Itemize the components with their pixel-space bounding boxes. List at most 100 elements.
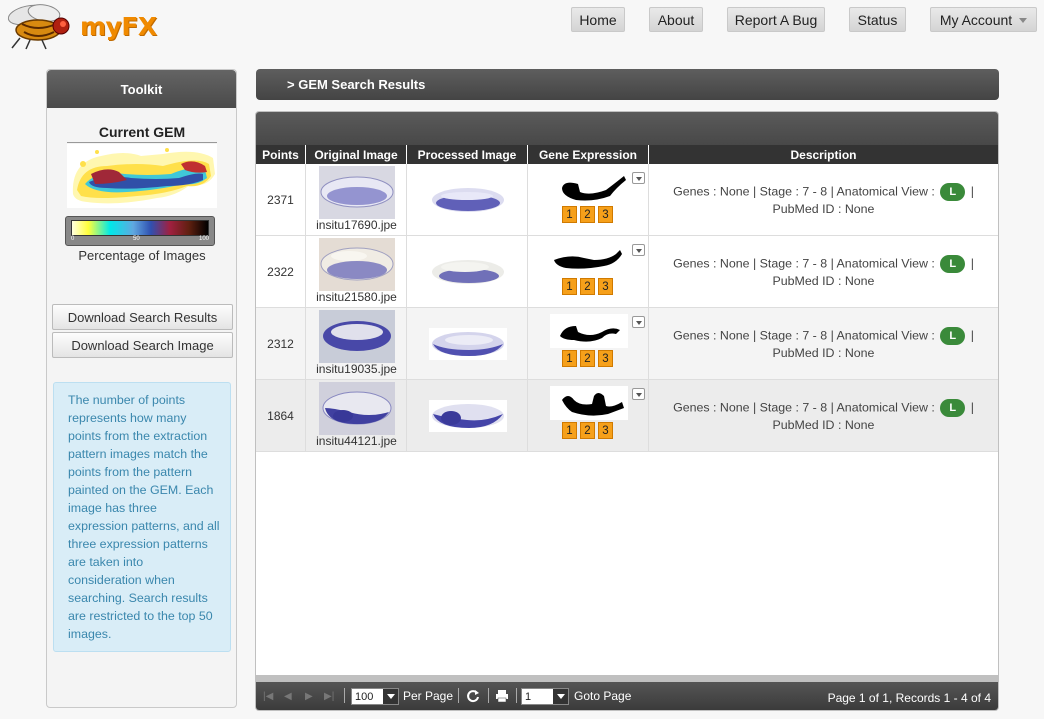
processed-image-cell <box>407 236 528 307</box>
last-page-icon[interactable]: ▶| <box>324 691 334 702</box>
my-account-label: My Account <box>939 11 1013 28</box>
pager-separator <box>488 688 489 703</box>
table-row[interactable]: 2312 insitu19035.jpe 1 2 3 Genes : None … <box>256 308 998 380</box>
horizontal-scrollbar[interactable] <box>256 675 998 682</box>
pattern-1-button[interactable]: 1 <box>562 206 577 223</box>
download-search-image-button[interactable]: Download Search Image <box>52 332 233 358</box>
original-image-filename: insitu19035.jpe <box>316 362 397 376</box>
table-row[interactable]: 1864 insitu44121.jpe 1 2 3 Genes : None … <box>256 380 998 452</box>
anatomical-view-badge[interactable]: L <box>940 398 966 417</box>
current-gem-image <box>67 144 217 208</box>
original-image-thumbnail[interactable] <box>319 382 395 435</box>
pattern-3-button[interactable]: 3 <box>598 206 613 223</box>
app-logo[interactable]: myFX <box>6 2 157 50</box>
gene-expression-dropdown[interactable] <box>632 172 645 184</box>
pattern-2-button[interactable]: 2 <box>580 350 595 367</box>
gene-expression-thumbnail[interactable] <box>550 386 628 420</box>
description-separator: | <box>970 183 974 198</box>
goto-page-select[interactable]: 1 <box>521 688 569 705</box>
nav-report-bug-button[interactable]: Report A Bug <box>727 7 825 32</box>
gene-expression-dropdown[interactable] <box>632 316 645 328</box>
download-search-results-button[interactable]: Download Search Results <box>52 304 233 330</box>
col-description[interactable]: Description <box>649 145 998 164</box>
gene-expression-dropdown[interactable] <box>632 388 645 400</box>
scale-mid-label: 50 <box>133 236 140 242</box>
description-separator: | <box>970 399 974 414</box>
grid-header: Points Original Image Processed Image Ge… <box>256 145 998 164</box>
description-cell: Genes : None | Stage : 7 - 8 | Anatomica… <box>649 308 998 379</box>
gene-expression-dropdown[interactable] <box>632 244 645 256</box>
toolkit-panel: Toolkit Current GEM 0 50 100 Percentage … <box>46 69 237 708</box>
chevron-down-icon <box>553 689 568 704</box>
nav-my-account-button[interactable]: My Account <box>930 7 1037 32</box>
scale-max-label: 100 <box>198 236 209 242</box>
color-scale-bar <box>71 220 209 236</box>
points-cell: 2371 <box>256 164 306 235</box>
pattern-1-button[interactable]: 1 <box>562 422 577 439</box>
print-icon[interactable] <box>495 689 509 703</box>
refresh-icon[interactable] <box>466 689 480 703</box>
results-title-bar: > GEM Search Results <box>256 69 999 100</box>
nav-about-button[interactable]: About <box>649 7 703 32</box>
pubmed-id: PubMed ID : None <box>772 201 875 216</box>
processed-image-thumbnail[interactable] <box>429 256 507 288</box>
nav-home-button[interactable]: Home <box>571 7 625 32</box>
pattern-2-button[interactable]: 2 <box>580 206 595 223</box>
nav-status-button[interactable]: Status <box>849 7 906 32</box>
pager-bar: |◀ ◀ ▶ ▶| 100 Per Page 1 Goto Page Page … <box>256 682 998 710</box>
col-original-image[interactable]: Original Image <box>306 145 407 164</box>
original-image-thumbnail[interactable] <box>319 238 395 291</box>
current-gem-title: Current GEM <box>67 124 217 143</box>
pattern-2-button[interactable]: 2 <box>580 422 595 439</box>
col-processed-image[interactable]: Processed Image <box>407 145 528 164</box>
pattern-1-button[interactable]: 1 <box>562 278 577 295</box>
pubmed-id: PubMed ID : None <box>772 345 875 360</box>
original-image-cell: insitu44121.jpe <box>306 380 407 451</box>
next-page-icon[interactable]: ▶ <box>305 691 313 702</box>
pager-summary: Page 1 of 1, Records 1 - 4 of 4 <box>827 691 991 705</box>
original-image-filename: insitu21580.jpe <box>316 290 397 304</box>
col-gene-expression[interactable]: Gene Expression <box>528 145 649 164</box>
original-image-filename: insitu44121.jpe <box>316 434 397 448</box>
processed-image-cell <box>407 380 528 451</box>
pubmed-id: PubMed ID : None <box>772 417 875 432</box>
original-image-thumbnail[interactable] <box>319 310 395 363</box>
processed-image-thumbnail[interactable] <box>429 328 507 360</box>
pager-separator <box>516 688 517 703</box>
chevron-down-icon <box>383 689 398 704</box>
pattern-3-button[interactable]: 3 <box>598 278 613 295</box>
anatomical-view-badge[interactable]: L <box>940 326 966 345</box>
prev-page-icon[interactable]: ◀ <box>284 691 292 702</box>
scale-caption: Percentage of Images <box>78 248 206 263</box>
processed-image-thumbnail[interactable] <box>429 184 507 216</box>
pattern-2-button[interactable]: 2 <box>580 278 595 295</box>
anatomical-view-badge[interactable]: L <box>940 182 966 201</box>
per-page-select[interactable]: 100 <box>351 688 399 705</box>
pattern-3-button[interactable]: 3 <box>598 350 613 367</box>
table-row[interactable]: 2322 insitu21580.jpe 1 2 3 Genes : None … <box>256 236 998 308</box>
per-page-label: Per Page <box>403 689 454 703</box>
pattern-3-button[interactable]: 3 <box>598 422 613 439</box>
original-image-cell: insitu17690.jpe <box>306 164 407 235</box>
toolkit-header: Toolkit <box>47 70 236 108</box>
points-cell: 2312 <box>256 308 306 379</box>
gene-expression-thumbnail[interactable] <box>550 314 628 348</box>
processed-image-cell <box>407 164 528 235</box>
pattern-1-button[interactable]: 1 <box>562 350 577 367</box>
first-page-icon[interactable]: |◀ <box>263 691 273 702</box>
pubmed-id: PubMed ID : None <box>772 273 875 288</box>
info-box: The number of points represents how many… <box>53 382 231 652</box>
results-title: > GEM Search Results <box>287 77 426 92</box>
points-cell: 2322 <box>256 236 306 307</box>
col-points[interactable]: Points <box>256 145 306 164</box>
table-row[interactable]: 2371 insitu17690.jpe 1 2 3 Genes : None … <box>256 164 998 236</box>
original-image-thumbnail[interactable] <box>319 166 395 219</box>
description-separator: | <box>970 255 974 270</box>
processed-image-thumbnail[interactable] <box>429 400 507 432</box>
points-cell: 1864 <box>256 380 306 451</box>
description-cell: Genes : None | Stage : 7 - 8 | Anatomica… <box>649 380 998 451</box>
gene-expression-thumbnail[interactable] <box>550 170 628 204</box>
gene-expression-thumbnail[interactable] <box>550 242 628 276</box>
anatomical-view-badge[interactable]: L <box>940 254 966 273</box>
grid-toolbar <box>256 112 998 145</box>
